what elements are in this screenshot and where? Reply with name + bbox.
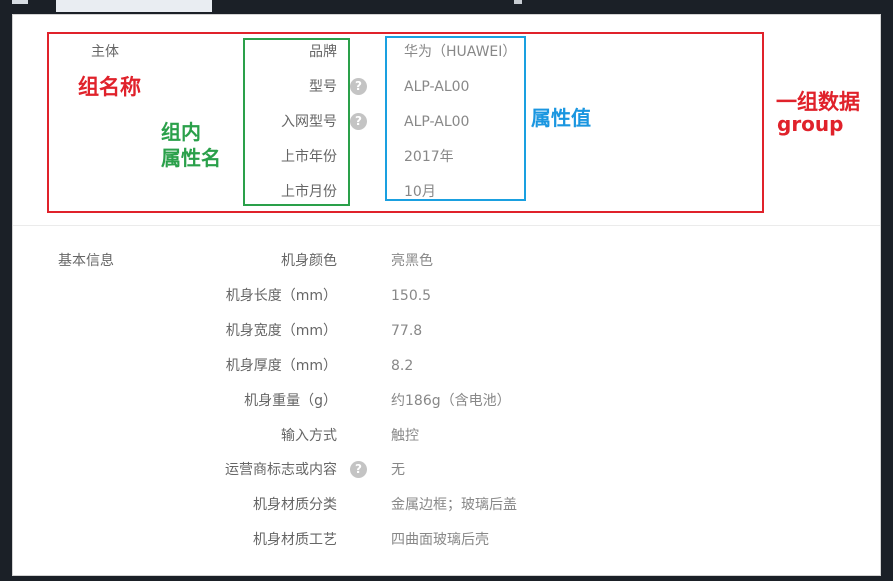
annotation-group-data-2: group bbox=[777, 112, 844, 136]
attr-name: 机身长度（mm） bbox=[225, 288, 337, 304]
help-icon[interactable]: ? bbox=[350, 461, 367, 478]
menu-icon[interactable] bbox=[12, 0, 28, 4]
annotation-attr-name-1: 组内 bbox=[161, 120, 201, 144]
top-bar bbox=[0, 0, 893, 12]
annotation-group-name: 组名称 bbox=[78, 75, 141, 99]
attr-value: 约186g（含电池） bbox=[391, 393, 511, 409]
annotation-attr-value: 属性值 bbox=[531, 106, 591, 130]
attr-name: 机身厚度（mm） bbox=[225, 358, 337, 374]
attr-value-outline-blue bbox=[385, 36, 526, 201]
annotation-attr-name-2: 属性名 bbox=[161, 146, 221, 170]
attr-name: 机身宽度（mm） bbox=[225, 323, 337, 339]
attr-name: 运营商标志或内容 bbox=[225, 462, 337, 478]
attr-name-outline-green bbox=[243, 38, 350, 206]
group-name: 基本信息 bbox=[58, 253, 114, 269]
attr-value: 150.5 bbox=[391, 288, 432, 304]
attr-name: 输入方式 bbox=[281, 428, 337, 444]
attr-value: 无 bbox=[391, 462, 405, 478]
active-tab[interactable] bbox=[56, 0, 212, 12]
attr-name: 机身材质分类 bbox=[253, 497, 337, 513]
attr-name: 机身颜色 bbox=[281, 253, 337, 269]
attr-name: 机身材质工艺 bbox=[253, 532, 337, 548]
bottom-bar bbox=[0, 577, 893, 581]
title-fragment bbox=[514, 0, 522, 4]
attr-value: 77.8 bbox=[391, 323, 423, 339]
attr-value: 四曲面玻璃后壳 bbox=[391, 532, 489, 548]
attr-value: 触控 bbox=[391, 428, 419, 444]
attr-value: 亮黑色 bbox=[391, 253, 433, 269]
group-divider bbox=[13, 225, 880, 226]
attr-name: 机身重量（g） bbox=[244, 393, 337, 409]
attr-value: 金属边框；玻璃后盖 bbox=[391, 497, 517, 513]
attr-value: 8.2 bbox=[391, 358, 414, 374]
